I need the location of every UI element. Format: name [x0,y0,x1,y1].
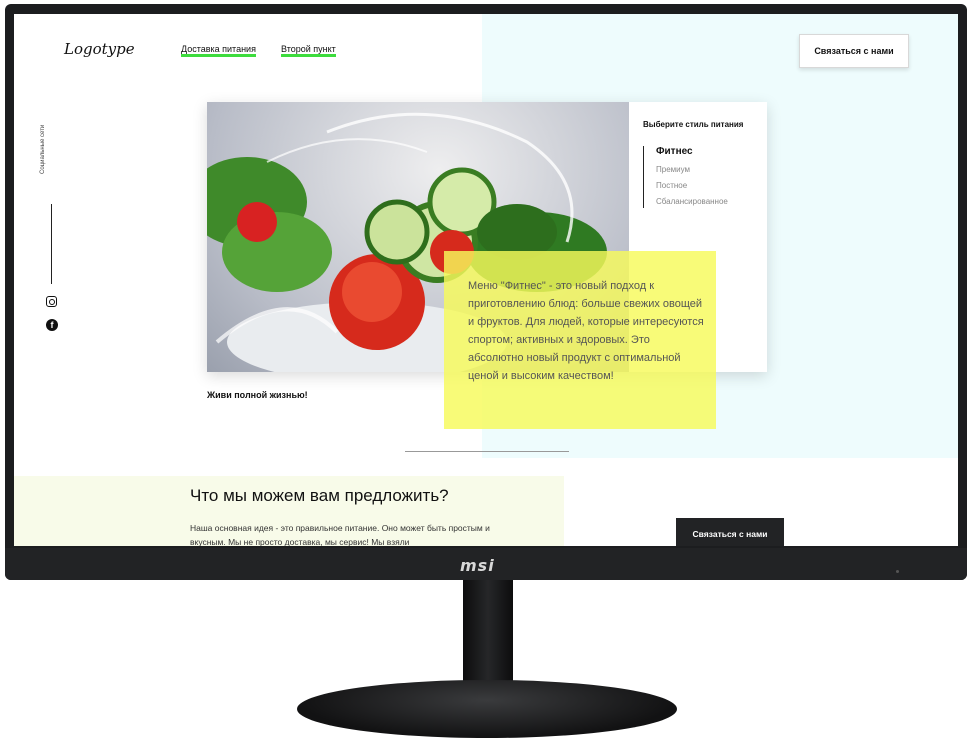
nav-item-delivery[interactable]: Доставка питания [181,44,256,57]
menu-description: Меню "Фитнес" - это новый подход к приго… [468,280,704,382]
style-option-premium[interactable]: Премиум [656,165,690,174]
style-option-lenten[interactable]: Постное [656,181,687,190]
nav-underline [181,54,256,57]
facebook-icon[interactable]: f [46,319,58,331]
offer-text: Наша основная идея - это правильное пита… [190,523,490,546]
monitor-brand-logo: msi [460,556,495,575]
style-option-balanced[interactable]: Сбалансированное [656,197,728,206]
social-label: Социальные сети [40,124,46,174]
contact-button-offer[interactable]: Связаться с нами [676,518,784,546]
nav-item-second[interactable]: Второй пункт [281,44,336,57]
nav-item-label: Доставка питания [181,44,256,54]
nav-item-label: Второй пункт [281,44,336,54]
monitor-stand-neck [463,580,513,692]
nav-underline [281,54,336,57]
website-screen: Logotype Доставка питания Второй пункт С… [14,14,958,546]
style-indicator [643,146,644,208]
section-divider [405,451,569,452]
logo[interactable]: Logotype [64,40,135,58]
offer-title: Что мы можем вам предложить? [190,486,449,505]
style-option-fitness[interactable]: Фитнес [656,146,693,157]
social-divider [51,204,52,284]
contact-button-header[interactable]: Связаться с нами [799,34,909,68]
hero-tagline: Живи полной жизнью! [207,390,308,400]
style-title: Выберите стиль питания [643,120,744,129]
instagram-icon[interactable] [46,296,57,307]
power-indicator [896,570,899,573]
monitor-stand-base [297,680,677,738]
